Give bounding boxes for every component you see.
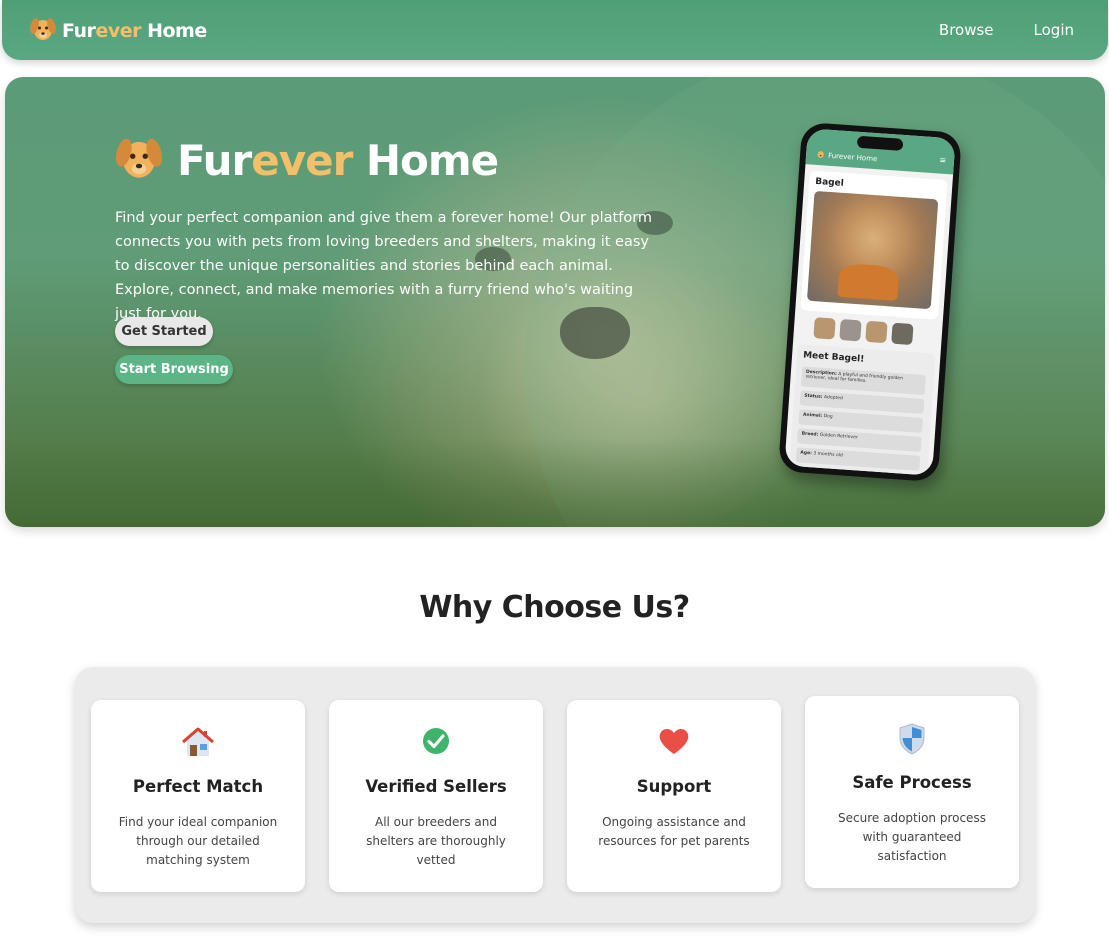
feature-card-support: Support Ongoing assistance and resources…	[567, 700, 781, 892]
get-started-button[interactable]: Get Started	[115, 317, 213, 346]
hero-banner: Furever Home Find your perfect companion…	[5, 77, 1105, 527]
pet-thumbnail[interactable]	[839, 319, 862, 342]
hamburger-menu-icon[interactable]: ≡	[939, 156, 946, 165]
dog-face-icon	[816, 149, 826, 162]
phone-brand: Furever Home	[816, 149, 878, 165]
feature-title: Support	[636, 777, 712, 796]
heart-icon	[567, 726, 781, 758]
brand-logo[interactable]: Furever Home	[30, 15, 207, 47]
brand-name: Furever Home	[62, 20, 207, 42]
phone-thumbnails	[813, 317, 914, 346]
feature-description: Ongoing assistance and resources for pet…	[598, 815, 750, 848]
pet-thumbnail[interactable]	[865, 320, 888, 344]
phone-meet-title: Meet Bagel!	[802, 350, 865, 365]
phone-mockup: Furever Home ≡ Bagel Meet Bagel! Descrip…	[777, 121, 963, 483]
feature-card-perfect-match: Perfect Match Find your ideal companion …	[91, 700, 305, 892]
phone-pet-name: Bagel	[814, 176, 845, 189]
blanket-shape	[837, 262, 900, 301]
feature-title: Perfect Match	[132, 777, 264, 796]
feature-card-verified-sellers: Verified Sellers All our breeders and sh…	[329, 700, 543, 892]
hero-title: Furever Home	[115, 133, 499, 187]
feature-title: Safe Process	[852, 773, 972, 792]
phone-pet-card: Bagel	[800, 170, 948, 320]
pet-photo	[806, 190, 939, 310]
phone-screen: Furever Home ≡ Bagel Meet Bagel! Descrip…	[784, 128, 956, 476]
feature-description: Secure adoption process with guaranteed …	[838, 811, 986, 863]
feature-description: Find your ideal companion through our de…	[118, 815, 278, 867]
phone-details: Meet Bagel! Description: A playful and f…	[788, 344, 936, 476]
dog-face-icon	[115, 133, 163, 187]
features-panel: Perfect Match Find your ideal companion …	[75, 667, 1035, 923]
shield-icon	[805, 722, 1019, 755]
feature-title: Verified Sellers	[365, 777, 507, 796]
hero-description: Find your perfect companion and give the…	[115, 210, 653, 322]
nav-browse-link[interactable]: Browse	[939, 21, 994, 39]
navbar: Furever Home Browse Login	[2, 0, 1108, 60]
pet-thumbnail[interactable]	[891, 322, 914, 346]
check-circle-icon	[329, 726, 543, 758]
section-title: Why Choose Us?	[419, 590, 690, 625]
feature-card-safe-process: Safe Process Secure adoption process wit…	[805, 696, 1019, 888]
grass-overlay	[5, 437, 1105, 527]
pet-thumbnail[interactable]	[813, 317, 836, 340]
hero-title-text: Furever Home	[177, 135, 499, 185]
phone-navbar: Furever Home ≡	[805, 128, 956, 175]
nav-login-link[interactable]: Login	[1034, 21, 1074, 39]
feature-description: All our breeders and shelters are thorou…	[366, 815, 506, 867]
house-icon	[91, 726, 305, 758]
start-browsing-button[interactable]: Start Browsing	[115, 355, 233, 384]
detail-row: Age: 3 months old	[795, 447, 921, 471]
dog-face-icon	[30, 15, 56, 47]
